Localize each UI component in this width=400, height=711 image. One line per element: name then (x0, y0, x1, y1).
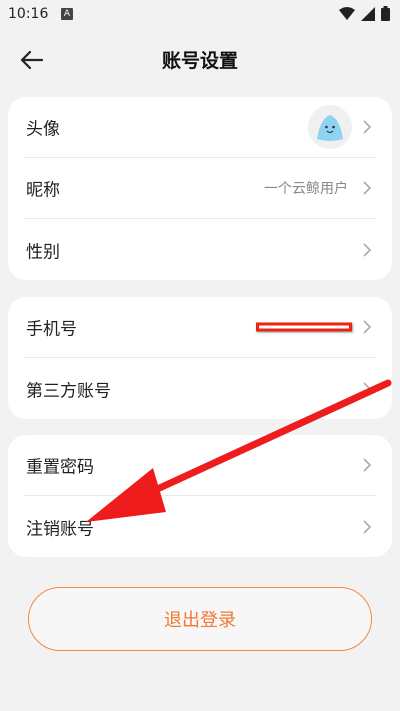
delete-account-label: 注销账号 (26, 519, 94, 539)
chevron-right-icon (363, 320, 372, 334)
signal-icon (361, 6, 375, 21)
chevron-right-icon (363, 181, 372, 195)
chevron-right-icon (363, 458, 372, 472)
chevron-right-icon (363, 519, 372, 534)
gender-row[interactable]: 性别 (24, 219, 376, 280)
redaction-box (256, 322, 352, 332)
page-title: 账号设置 (161, 50, 238, 72)
third-party-label: 第三方账号 (26, 381, 111, 401)
delete-account-row[interactable]: 注销账号 (24, 496, 376, 557)
logout-button[interactable]: 退出登录 (28, 587, 372, 651)
account-card: 手机号 第三方账号 (8, 297, 392, 419)
status-bar: 10:16 A (0, 0, 400, 30)
gender-label: 性别 (26, 242, 60, 262)
avatar-label: 头像 (26, 119, 60, 140)
nickname-label: 昵称 (26, 180, 60, 201)
notification-icon: A (61, 8, 73, 20)
chevron-right-icon (363, 242, 372, 257)
phone-row[interactable]: 手机号 (24, 297, 376, 358)
header: 账号设置 (0, 36, 400, 82)
profile-card: 头像 昵称 一个云鲸用户 性别 (8, 97, 392, 280)
nickname-row[interactable]: 昵称 一个云鲸用户 (24, 158, 376, 219)
chevron-right-icon (363, 381, 372, 396)
battery-icon (381, 6, 390, 21)
reset-password-row[interactable]: 重置密码 (24, 435, 376, 496)
security-card: 重置密码 注销账号 (8, 435, 392, 557)
status-icons (339, 6, 390, 21)
chevron-right-icon (363, 120, 372, 134)
reset-password-label: 重置密码 (26, 457, 94, 478)
logout-label: 退出登录 (164, 610, 236, 631)
nickname-value: 一个云鲸用户 (264, 181, 348, 197)
wifi-icon (339, 6, 355, 20)
third-party-row[interactable]: 第三方账号 (24, 358, 376, 419)
avatar-row[interactable]: 头像 (24, 97, 376, 158)
status-time: 10:16 (8, 6, 49, 22)
phone-label: 手机号 (26, 319, 77, 340)
avatar (308, 105, 352, 149)
